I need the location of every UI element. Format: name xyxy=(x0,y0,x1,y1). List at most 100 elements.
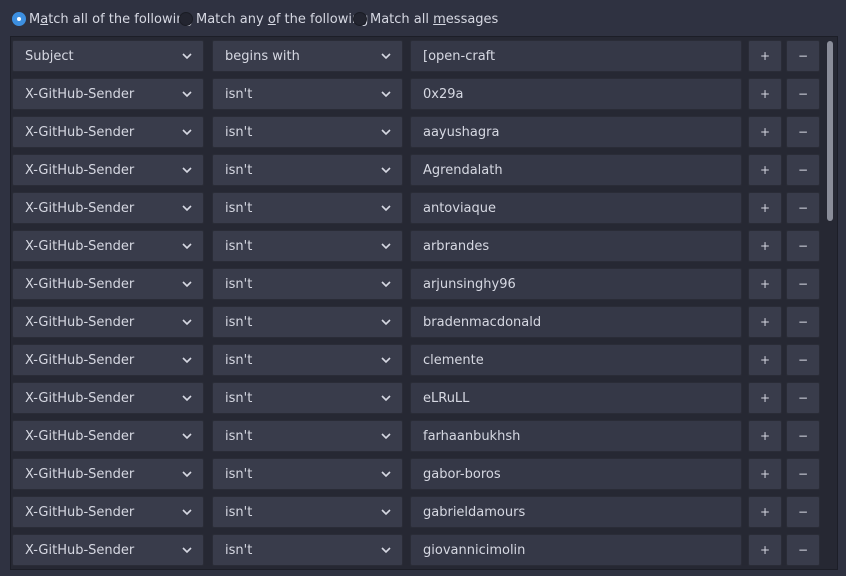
add-rule-button[interactable]: + xyxy=(748,268,782,300)
value-input[interactable]: aayushagra xyxy=(410,116,742,148)
add-rule-button[interactable]: + xyxy=(748,534,782,566)
chevron-down-icon xyxy=(381,319,391,326)
header-field-select[interactable]: X-GitHub-Sender xyxy=(12,268,204,300)
operator-select[interactable]: isn't xyxy=(212,154,403,186)
match-any-radio[interactable]: Match any of the following xyxy=(179,0,368,38)
value-text: antoviaque xyxy=(423,200,497,216)
remove-rule-button[interactable]: − xyxy=(786,534,820,566)
remove-rule-button[interactable]: − xyxy=(786,268,820,300)
match-all-messages-radio-indicator[interactable] xyxy=(353,12,367,26)
value-text: bradenmacdonald xyxy=(423,314,542,330)
add-rule-button[interactable]: + xyxy=(748,420,782,452)
remove-rule-button[interactable]: − xyxy=(786,40,820,72)
value-input[interactable]: gabor-boros xyxy=(410,458,742,490)
value-text: clemente xyxy=(423,352,484,368)
remove-rule-button[interactable]: − xyxy=(786,458,820,490)
operator-select[interactable]: isn't xyxy=(212,116,403,148)
add-rule-button[interactable]: + xyxy=(748,382,782,414)
add-rule-button[interactable]: + xyxy=(748,78,782,110)
operator-select[interactable]: isn't xyxy=(212,496,403,528)
remove-rule-button[interactable]: − xyxy=(786,154,820,186)
remove-rule-button[interactable]: − xyxy=(786,78,820,110)
remove-rule-button[interactable]: − xyxy=(786,382,820,414)
rules-scrollbar[interactable] xyxy=(824,37,837,569)
match-all-radio[interactable]: Match all of the following xyxy=(12,0,193,38)
value-input[interactable]: arbrandes xyxy=(410,230,742,262)
header-field-select[interactable]: X-GitHub-Sender xyxy=(12,154,204,186)
rule-row: X-GitHub-Sender isn't clemente + − xyxy=(11,344,825,378)
header-field-select[interactable]: X-GitHub-Sender xyxy=(12,420,204,452)
operator-select[interactable]: isn't xyxy=(212,344,403,376)
value-input[interactable]: [open-craft xyxy=(410,40,742,72)
match-all-messages-radio[interactable]: Match all messages xyxy=(353,0,498,38)
chevron-down-icon xyxy=(182,91,192,98)
match-all-label: Match all of the following xyxy=(29,11,193,27)
operator-value: isn't xyxy=(225,390,253,406)
operator-value: isn't xyxy=(225,276,253,292)
header-field-select[interactable]: Subject xyxy=(12,40,204,72)
operator-value: isn't xyxy=(225,314,253,330)
operator-select[interactable]: isn't xyxy=(212,230,403,262)
operator-select[interactable]: isn't xyxy=(212,382,403,414)
header-field-select[interactable]: X-GitHub-Sender xyxy=(12,192,204,224)
header-field-select[interactable]: X-GitHub-Sender xyxy=(12,534,204,566)
remove-rule-button[interactable]: − xyxy=(786,344,820,376)
value-text: farhaanbukhsh xyxy=(423,428,521,444)
chevron-down-icon xyxy=(381,167,391,174)
header-field-select[interactable]: X-GitHub-Sender xyxy=(12,78,204,110)
operator-select[interactable]: isn't xyxy=(212,192,403,224)
header-field-value: X-GitHub-Sender xyxy=(25,428,135,444)
value-input[interactable]: arjunsinghy96 xyxy=(410,268,742,300)
add-rule-button[interactable]: + xyxy=(748,116,782,148)
header-field-value: X-GitHub-Sender xyxy=(25,352,135,368)
remove-rule-button[interactable]: − xyxy=(786,306,820,338)
value-input[interactable]: giovannicimolin xyxy=(410,534,742,566)
operator-select[interactable]: isn't xyxy=(212,534,403,566)
operator-value: isn't xyxy=(225,124,253,140)
chevron-down-icon xyxy=(381,281,391,288)
value-input[interactable]: bradenmacdonald xyxy=(410,306,742,338)
operator-select[interactable]: isn't xyxy=(212,78,403,110)
value-input[interactable]: antoviaque xyxy=(410,192,742,224)
header-field-select[interactable]: X-GitHub-Sender xyxy=(12,230,204,262)
add-rule-button[interactable]: + xyxy=(748,458,782,490)
header-field-select[interactable]: X-GitHub-Sender xyxy=(12,458,204,490)
value-input[interactable]: gabrieldamours xyxy=(410,496,742,528)
operator-value: isn't xyxy=(225,200,253,216)
value-input[interactable]: Agrendalath xyxy=(410,154,742,186)
value-input[interactable]: clemente xyxy=(410,344,742,376)
operator-select[interactable]: isn't xyxy=(212,268,403,300)
header-field-select[interactable]: X-GitHub-Sender xyxy=(12,382,204,414)
add-rule-button[interactable]: + xyxy=(748,306,782,338)
add-rule-button[interactable]: + xyxy=(748,154,782,186)
operator-select[interactable]: isn't xyxy=(212,458,403,490)
header-field-select[interactable]: X-GitHub-Sender xyxy=(12,306,204,338)
remove-rule-button[interactable]: − xyxy=(786,496,820,528)
match-all-radio-indicator[interactable] xyxy=(12,12,26,26)
value-input[interactable]: farhaanbukhsh xyxy=(410,420,742,452)
header-field-value: X-GitHub-Sender xyxy=(25,542,135,558)
operator-select[interactable]: isn't xyxy=(212,306,403,338)
chevron-down-icon xyxy=(381,471,391,478)
header-field-select[interactable]: X-GitHub-Sender xyxy=(12,116,204,148)
header-field-select[interactable]: X-GitHub-Sender xyxy=(12,344,204,376)
header-field-value: Subject xyxy=(25,48,74,64)
remove-rule-button[interactable]: − xyxy=(786,116,820,148)
add-rule-button[interactable]: + xyxy=(748,40,782,72)
scrollbar-thumb[interactable] xyxy=(827,41,833,221)
match-any-radio-indicator[interactable] xyxy=(179,12,193,26)
add-rule-button[interactable]: + xyxy=(748,230,782,262)
chevron-down-icon xyxy=(381,129,391,136)
header-field-select[interactable]: X-GitHub-Sender xyxy=(12,496,204,528)
add-rule-button[interactable]: + xyxy=(748,344,782,376)
chevron-down-icon xyxy=(381,395,391,402)
value-input[interactable]: 0x29a xyxy=(410,78,742,110)
add-rule-button[interactable]: + xyxy=(748,192,782,224)
remove-rule-button[interactable]: − xyxy=(786,230,820,262)
operator-select[interactable]: isn't xyxy=(212,420,403,452)
add-rule-button[interactable]: + xyxy=(748,496,782,528)
value-input[interactable]: eLRuLL xyxy=(410,382,742,414)
remove-rule-button[interactable]: − xyxy=(786,192,820,224)
remove-rule-button[interactable]: − xyxy=(786,420,820,452)
operator-select[interactable]: begins with xyxy=(212,40,403,72)
